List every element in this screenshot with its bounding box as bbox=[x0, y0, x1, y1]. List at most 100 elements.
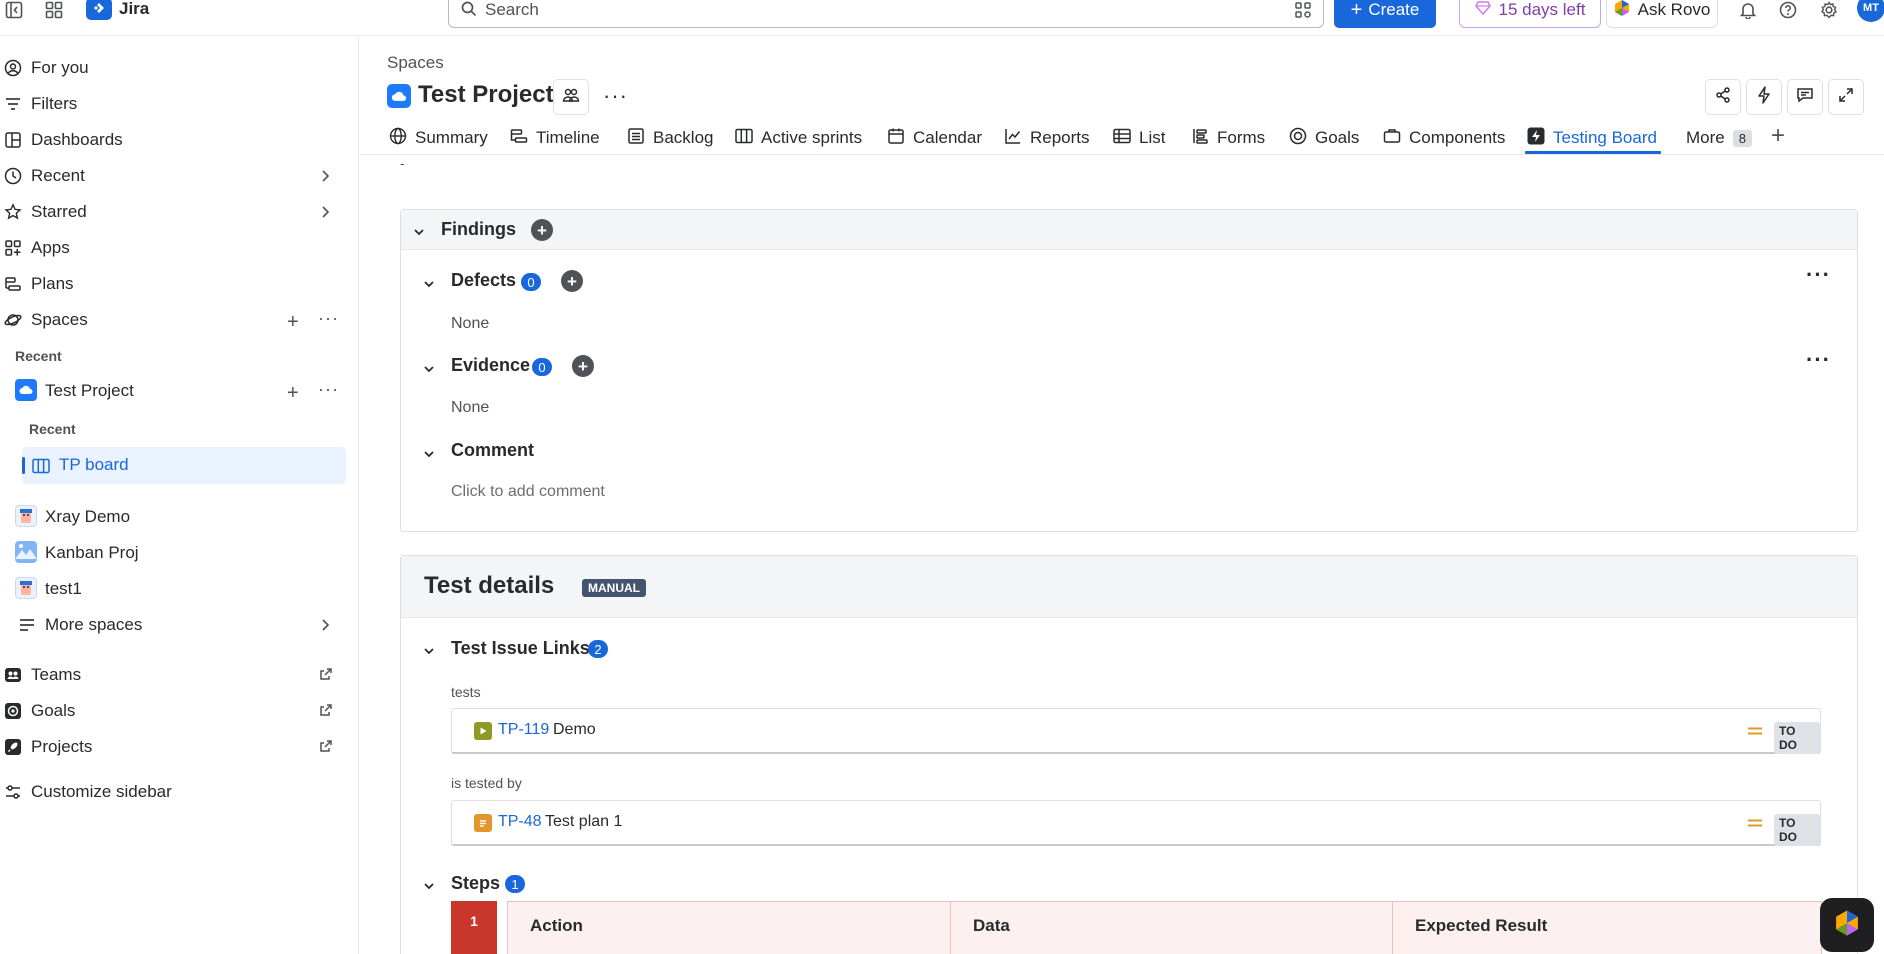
settings-gear-icon[interactable] bbox=[1818, 0, 1840, 20]
app-name[interactable]: Jira bbox=[119, 0, 149, 19]
more-options-icon[interactable]: ··· bbox=[318, 379, 339, 400]
sidebar-item-test-project[interactable]: Test Project + ··· bbox=[0, 373, 350, 407]
sidebar-item-dashboards[interactable]: Dashboards bbox=[0, 122, 350, 156]
chevron-down-icon[interactable] bbox=[423, 643, 435, 661]
rovo-chat-button[interactable] bbox=[1820, 898, 1874, 952]
goal-icon bbox=[1289, 127, 1307, 150]
dash-value: - bbox=[400, 155, 405, 171]
sidebar-item-kanban-proj[interactable]: Kanban Proj bbox=[0, 535, 350, 569]
rovo-icon bbox=[1614, 0, 1630, 22]
tab-testing-board[interactable]: Testing Board bbox=[1527, 125, 1657, 151]
sidebar-item-projects[interactable]: Projects bbox=[0, 729, 350, 763]
feedback-icon bbox=[1796, 87, 1814, 108]
tab-goals[interactable]: Goals bbox=[1289, 125, 1359, 151]
sidebar-item-for-you[interactable]: For you bbox=[0, 50, 350, 84]
more-options-icon[interactable]: ··· bbox=[318, 308, 339, 329]
column-header-data: Data bbox=[950, 901, 1393, 954]
status-badge[interactable]: TO DO bbox=[1774, 722, 1820, 754]
sidebar-item-plans[interactable]: Plans bbox=[0, 266, 350, 300]
trial-button[interactable]: 15 days left bbox=[1459, 0, 1601, 28]
main-content: Spaces Test Project ··· Summary Timeline… bbox=[360, 37, 1884, 954]
sidebar-item-more-spaces[interactable]: More spaces bbox=[0, 607, 350, 641]
tab-list[interactable]: List bbox=[1113, 125, 1165, 151]
chevron-down-icon[interactable] bbox=[423, 276, 435, 294]
tab-summary[interactable]: Summary bbox=[389, 125, 488, 151]
sidebar-item-test1[interactable]: test1 bbox=[0, 571, 350, 605]
chevron-down-icon[interactable] bbox=[423, 878, 435, 896]
add-defect-icon[interactable]: + bbox=[561, 270, 583, 292]
defects-more-icon[interactable]: ··· bbox=[1806, 262, 1831, 288]
issue-key-link[interactable]: TP-119 bbox=[498, 721, 549, 739]
sidebar-item-recent[interactable]: Recent bbox=[0, 158, 350, 192]
plus-icon: + bbox=[1350, 0, 1363, 21]
search-input[interactable]: Search bbox=[448, 0, 1324, 28]
notifications-bell-icon[interactable] bbox=[1737, 0, 1759, 20]
sidebar-item-label: Kanban Proj bbox=[45, 543, 139, 562]
sidebar-item-teams[interactable]: Teams bbox=[0, 657, 350, 691]
team-button[interactable] bbox=[553, 79, 589, 115]
tab-active-sprints[interactable]: Active sprints bbox=[735, 125, 862, 151]
test-details-header: Test details MANUAL bbox=[401, 556, 1857, 618]
tab-calendar[interactable]: Calendar bbox=[887, 125, 982, 151]
search-icon bbox=[461, 1, 477, 22]
tab-components[interactable]: Components bbox=[1383, 125, 1505, 151]
issue-summary: Demo bbox=[553, 721, 596, 738]
linked-issue-card[interactable]: TP-48 Test plan 1 TO DO bbox=[451, 800, 1821, 846]
status-badge[interactable]: TO DO bbox=[1774, 814, 1820, 846]
diamond-icon bbox=[1474, 0, 1491, 20]
issue-key-link[interactable]: TP-48 bbox=[498, 813, 542, 831]
add-tab-icon[interactable]: + bbox=[1771, 122, 1785, 149]
fullscreen-button[interactable] bbox=[1828, 79, 1864, 115]
help-icon[interactable] bbox=[1777, 0, 1799, 20]
user-avatar[interactable]: MT bbox=[1857, 0, 1884, 22]
lightning-icon bbox=[1527, 127, 1545, 150]
breadcrumb[interactable]: Spaces bbox=[387, 53, 444, 73]
tab-timeline[interactable]: Timeline bbox=[510, 125, 600, 151]
relation-label: is tested by bbox=[451, 775, 522, 791]
ask-rovo-button[interactable]: Ask Rovo bbox=[1606, 0, 1718, 28]
sidebar-item-filters[interactable]: Filters bbox=[0, 86, 350, 120]
sidebar-item-label: Xray Demo bbox=[45, 507, 131, 526]
automation-button[interactable] bbox=[1746, 79, 1782, 115]
steps-title: Steps bbox=[451, 873, 501, 893]
share-button[interactable] bbox=[1705, 79, 1741, 115]
chevron-down-icon[interactable] bbox=[423, 446, 435, 464]
tab-label: Summary bbox=[415, 128, 488, 147]
sidebar-item-starred[interactable]: Starred bbox=[0, 194, 350, 228]
project-more-icon[interactable]: ··· bbox=[603, 83, 628, 109]
tab-backlog[interactable]: Backlog bbox=[627, 125, 713, 151]
app-switcher-icon[interactable] bbox=[43, 0, 65, 20]
feedback-button[interactable] bbox=[1787, 79, 1823, 115]
sidebar-item-goals[interactable]: Goals bbox=[0, 693, 350, 727]
sidebar-item-xray-demo[interactable]: Xray Demo bbox=[0, 499, 350, 533]
test-plan-icon bbox=[474, 814, 492, 832]
add-item-icon[interactable]: + bbox=[287, 382, 299, 405]
sidebar-item-spaces[interactable]: Spaces + ··· bbox=[0, 302, 350, 336]
calendar-icon bbox=[887, 127, 905, 150]
sidebar-item-tp-board[interactable]: TP board bbox=[22, 447, 346, 484]
sidebar-item-customize[interactable]: Customize sidebar bbox=[0, 774, 350, 808]
create-button[interactable]: + Create bbox=[1334, 0, 1436, 28]
add-finding-icon[interactable]: + bbox=[531, 219, 553, 241]
sidebar-item-label: Apps bbox=[31, 238, 70, 257]
add-space-icon[interactable]: + bbox=[287, 311, 299, 334]
findings-header[interactable]: Findings + bbox=[401, 210, 1857, 250]
findings-title: Findings bbox=[441, 219, 516, 239]
evidence-more-icon[interactable]: ··· bbox=[1806, 347, 1831, 373]
issue-detail-scroll-area[interactable]: - Findings + Defects 0 + ··· None Eviden… bbox=[360, 155, 1884, 954]
sidebar-toggle-icon[interactable] bbox=[4, 0, 24, 20]
step-number[interactable]: 1 bbox=[451, 901, 497, 954]
tab-forms[interactable]: Forms bbox=[1191, 125, 1265, 151]
comment-placeholder[interactable]: Click to add comment bbox=[451, 483, 605, 501]
chevron-down-icon[interactable] bbox=[423, 361, 435, 379]
chevron-down-icon[interactable] bbox=[413, 224, 425, 242]
linked-issue-card[interactable]: TP-119 Demo TO DO bbox=[451, 708, 1821, 754]
filter-search-icon[interactable] bbox=[1295, 2, 1313, 23]
add-evidence-icon[interactable]: + bbox=[572, 355, 594, 377]
jira-logo-icon[interactable] bbox=[86, 0, 112, 20]
sidebar-item-apps[interactable]: Apps bbox=[0, 230, 350, 264]
tab-more[interactable]: More 8 bbox=[1686, 125, 1752, 151]
people-icon bbox=[562, 87, 580, 108]
relation-label: tests bbox=[451, 684, 481, 700]
tab-reports[interactable]: Reports bbox=[1004, 125, 1090, 151]
